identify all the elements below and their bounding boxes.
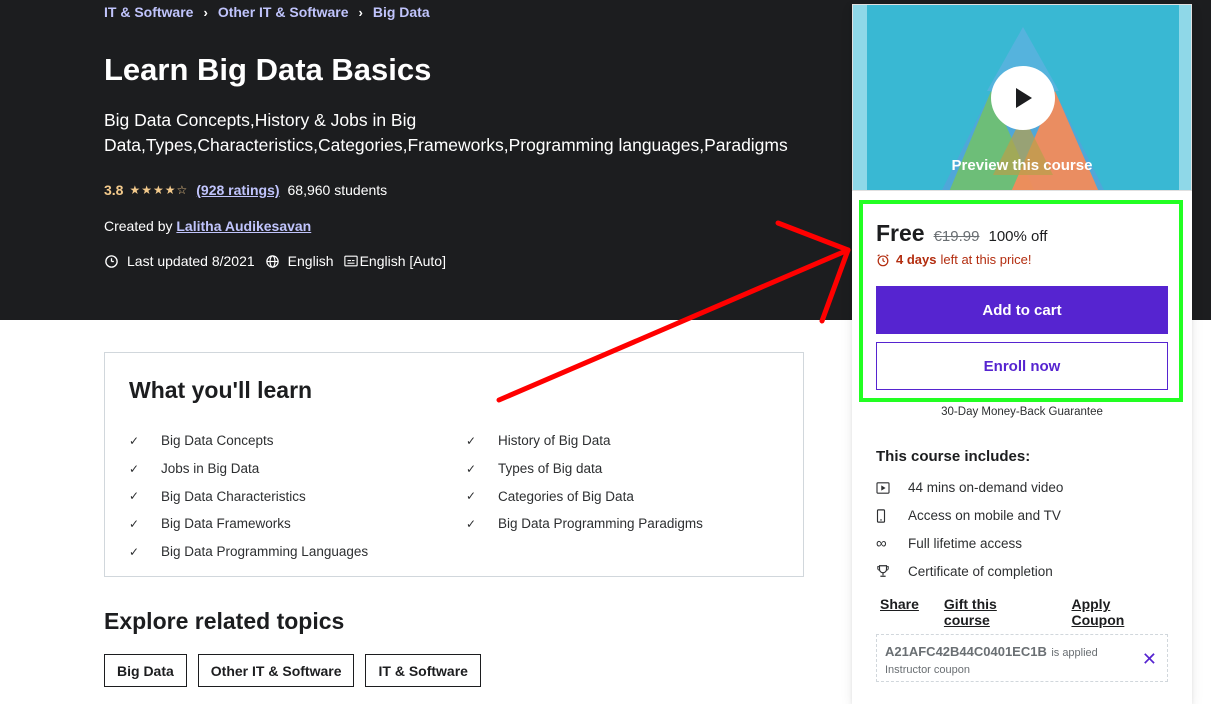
captions-icon [343, 255, 358, 267]
infinity-icon: ∞ [876, 534, 887, 552]
coupon-applied-text: is applied [1051, 647, 1098, 659]
money-back-guarantee: 30-Day Money-Back Guarantee [941, 406, 1103, 418]
topic-it-software-button[interactable]: IT & Software [365, 654, 481, 687]
learn-item-text: History of Big Data [498, 433, 611, 449]
learn-item-text: Big Data Characteristics [161, 488, 306, 504]
alarm-clock-icon [877, 253, 889, 266]
course-title: Learn Big Data Basics [104, 52, 432, 87]
checkmark-icon: ✓ [466, 433, 477, 448]
learn-item: ✓ Jobs in Big Data [129, 455, 368, 483]
learn-title: What you'll learn [129, 377, 313, 403]
learn-item-text: Types of Big data [498, 461, 603, 477]
breadcrumb-other-it-software[interactable]: Other IT & Software [218, 4, 349, 20]
includes-item: 44 mins on-demand video [876, 474, 1063, 502]
coupon-type: Instructor coupon [885, 664, 970, 676]
learn-item: ✓ Big Data Concepts [129, 427, 368, 455]
checkmark-icon: ✓ [129, 489, 140, 504]
course-subtitle: Big Data Concepts,History & Jobs in Big … [104, 110, 788, 155]
learn-item-text: Big Data Frameworks [161, 516, 291, 532]
alert-clock-icon [105, 254, 118, 268]
timer-text: left at this price! [940, 252, 1032, 267]
includes-item: Certificate of completion [876, 557, 1063, 585]
learn-list-right: ✓ History of Big Data ✓ Types of Big data … [466, 427, 703, 538]
add-to-cart-button[interactable]: Add to cart [876, 286, 1168, 334]
includes-list: 44 mins on-demand video Access on mobile… [876, 474, 1063, 585]
checkmark-icon: ✓ [466, 516, 477, 531]
learn-item: ✓ Big Data Programming Paradigms [466, 510, 703, 538]
current-price: Free [876, 220, 925, 246]
learn-item-text: Big Data Programming Paradigms [498, 516, 703, 532]
price-row: Free €19.99 100% off [876, 220, 1047, 247]
play-icon [1016, 88, 1032, 108]
chevron-right-icon: › [203, 4, 208, 20]
includes-text: Access on mobile and TV [908, 508, 1061, 524]
gift-course-link[interactable]: Gift this course [944, 596, 1047, 628]
learn-item: ✓ Big Data Programming Languages [129, 538, 368, 566]
what-youll-learn-box: What you'll learn ✓ Big Data Concepts ✓ Jo… [104, 352, 804, 577]
includes-title: This course includes: [876, 448, 1031, 465]
related-topics: Big Data Other IT & Software IT & Softwa… [104, 654, 492, 687]
learn-item: ✓ Big Data Characteristics [129, 482, 368, 510]
share-link[interactable]: Share [880, 596, 919, 628]
learn-item-text: Jobs in Big Data [161, 461, 260, 477]
checkmark-icon: ✓ [129, 461, 140, 476]
learn-item: ✓ Big Data Frameworks [129, 510, 368, 538]
topic-other-it-software-button[interactable]: Other IT & Software [197, 654, 355, 687]
preview-label: Preview this course [951, 157, 1093, 174]
checkmark-icon: ✓ [129, 516, 140, 531]
checkmark-icon: ✓ [129, 544, 140, 559]
explore-title: Explore related topics [104, 608, 345, 634]
learn-item-text: Big Data Programming Languages [161, 544, 369, 560]
sidebar-links: Share Gift this course Apply Coupon [880, 596, 1192, 628]
learn-item-text: Big Data Concepts [161, 433, 274, 449]
breadcrumb-it-software[interactable]: IT & Software [104, 4, 193, 20]
globe-icon [265, 254, 279, 268]
course-meta: Last updated 8/2021 English English [Aut… [104, 253, 456, 269]
checkmark-icon: ✓ [129, 433, 140, 448]
star-rating-icon: ★★★★☆ [129, 183, 189, 197]
breadcrumb: IT & Software › Other IT & Software › Bi… [104, 4, 430, 20]
ratings-count-link[interactable]: (928 ratings) [196, 182, 279, 198]
course-language: English [287, 253, 334, 269]
learn-list-left: ✓ Big Data Concepts ✓ Jobs in Big Data ✓ Bi… [129, 427, 368, 565]
includes-item: Access on mobile and TV [876, 502, 1063, 530]
learn-item: ✓ History of Big Data [466, 427, 703, 455]
includes-text: 44 mins on-demand video [908, 480, 1064, 496]
checkmark-icon: ✓ [466, 461, 477, 476]
timer-days: 4 days [896, 252, 937, 267]
rating-value: 3.8 [104, 182, 124, 198]
play-button[interactable] [991, 66, 1055, 130]
purchase-sidebar: Preview this course Free €19.99 100% off… [852, 4, 1192, 704]
author-link[interactable]: Lalitha Audikesavan [176, 218, 311, 234]
includes-text: Certificate of completion [908, 563, 1053, 579]
close-icon[interactable]: ✕ [1142, 649, 1157, 670]
chevron-right-icon: › [358, 4, 363, 20]
checkmark-icon: ✓ [466, 489, 477, 504]
course-captions: English [Auto] [359, 253, 446, 269]
apply-coupon-link[interactable]: Apply Coupon [1071, 596, 1167, 628]
learn-item-text: Categories of Big Data [498, 488, 634, 504]
original-price: €19.99 [933, 228, 980, 245]
applied-coupon-box: A21AFC42B44C0401EC1B is applied Instruct… [876, 634, 1168, 682]
includes-text: Full lifetime access [908, 535, 1023, 551]
created-by-label: Created by [104, 218, 173, 234]
discount-percent: 100% off [988, 228, 1048, 245]
created-by: Created by Lalitha Audikesavan [104, 218, 311, 234]
course-preview[interactable]: Preview this course [852, 4, 1192, 191]
video-icon [876, 482, 890, 494]
students-count: 68,960 students [287, 182, 388, 198]
coupon-code: A21AFC42B44C0401EC1B [885, 644, 1047, 659]
topic-big-data-button[interactable]: Big Data [104, 654, 187, 687]
mobile-icon [876, 508, 886, 523]
learn-item: ✓ Categories of Big Data [466, 482, 703, 510]
last-updated: Last updated 8/2021 [127, 253, 255, 269]
enroll-now-button[interactable]: Enroll now [876, 342, 1168, 390]
price-timer: 4 days left at this price! [876, 252, 1032, 267]
learn-item: ✓ Types of Big data [466, 455, 703, 483]
trophy-icon [877, 565, 889, 578]
rating-row: 3.8 ★★★★☆ (928 ratings) 68,960 students [104, 182, 387, 198]
includes-item: ∞ Full lifetime access [876, 530, 1063, 558]
breadcrumb-big-data[interactable]: Big Data [373, 4, 430, 20]
